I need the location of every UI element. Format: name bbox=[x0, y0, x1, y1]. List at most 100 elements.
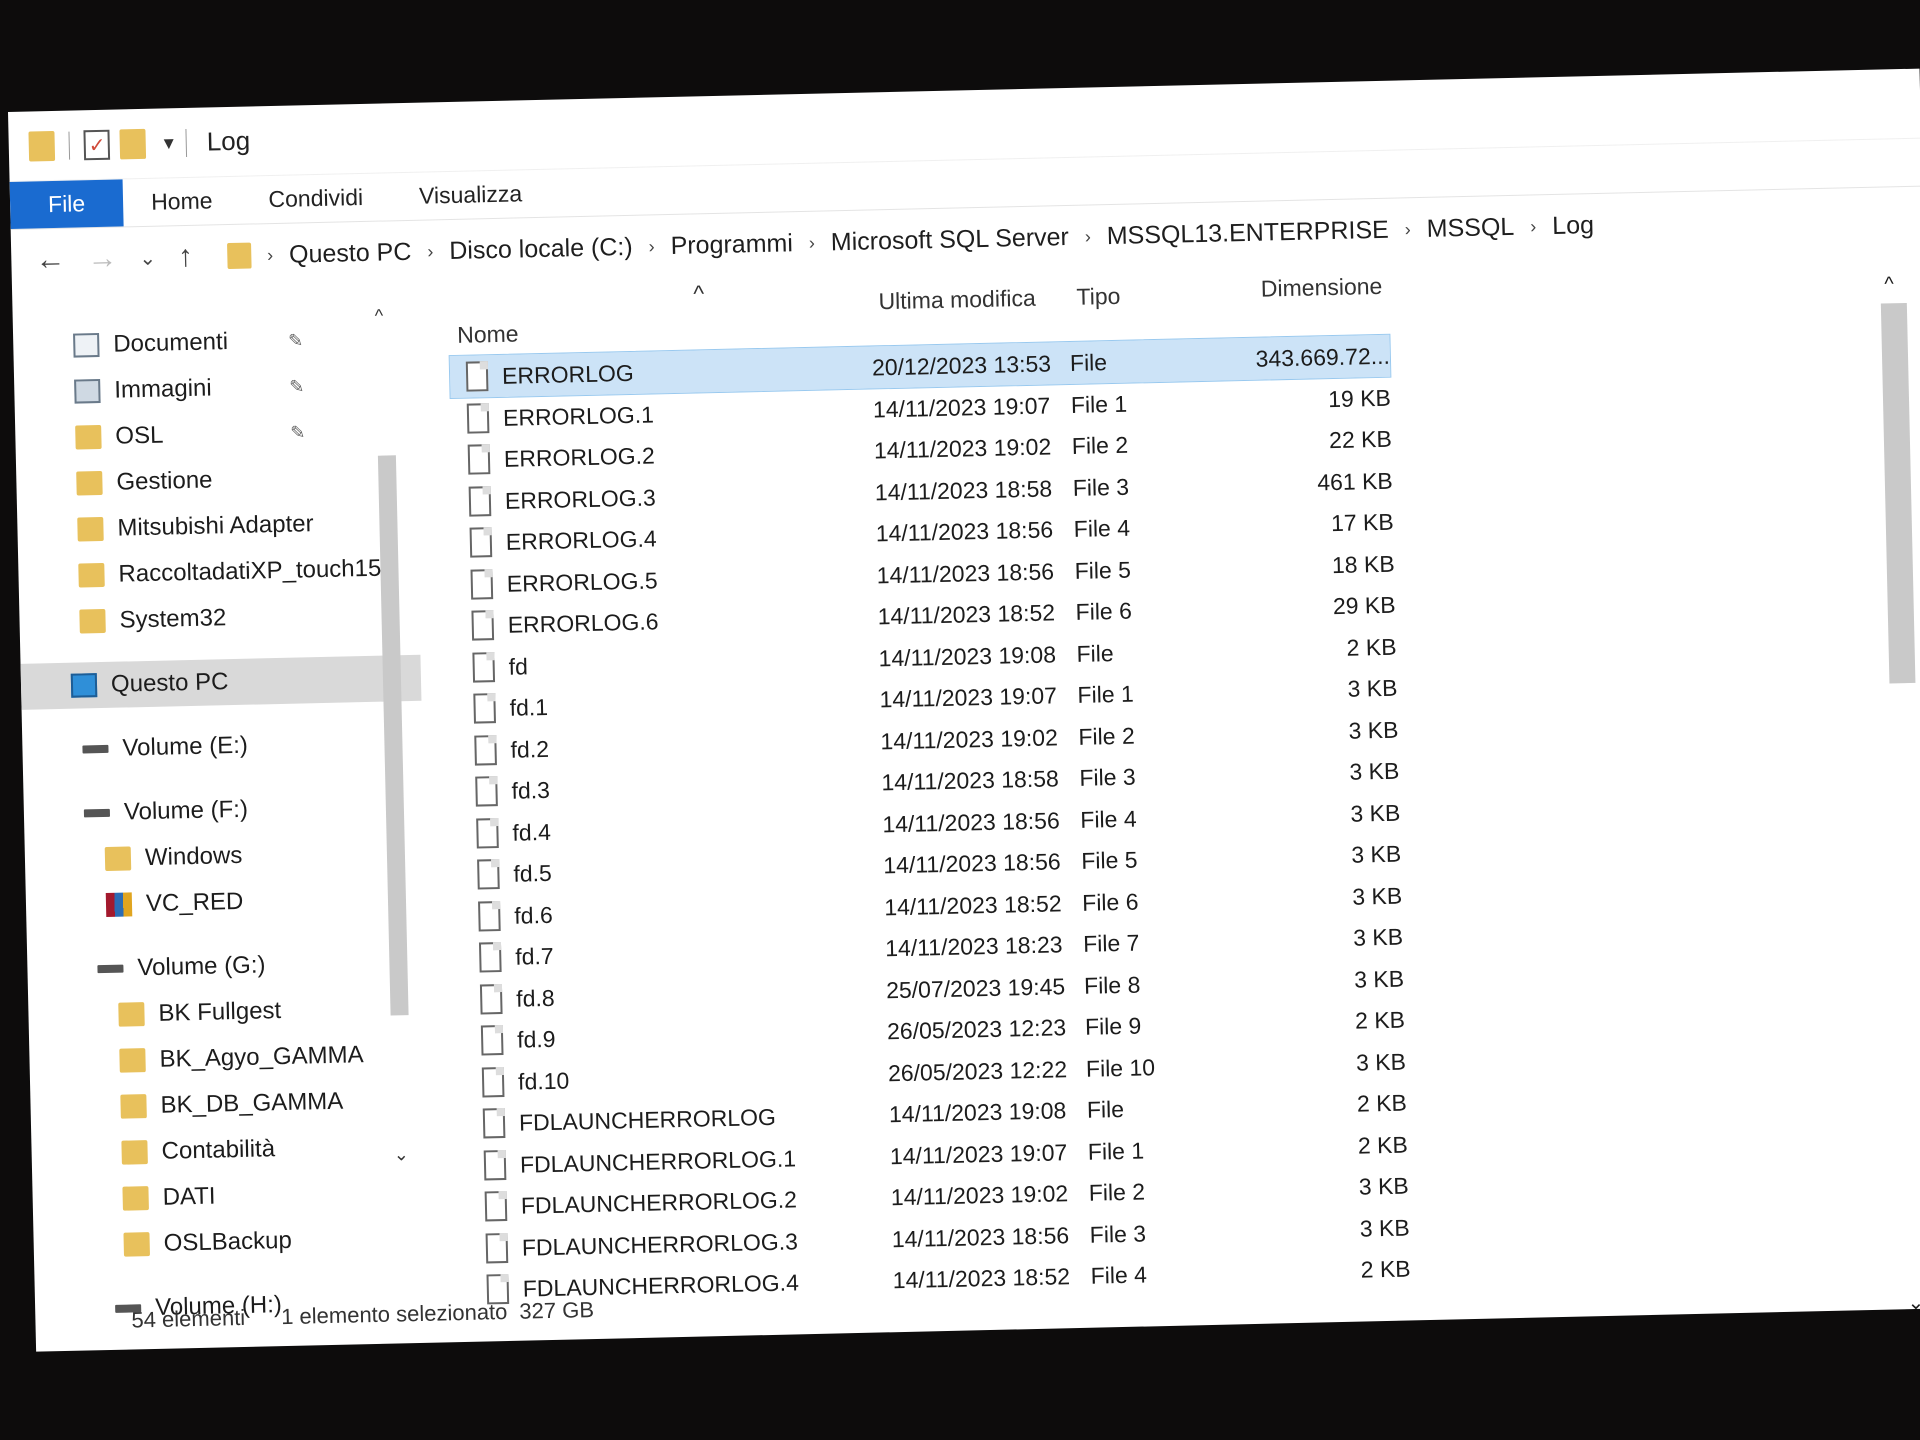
folder-icon bbox=[118, 1002, 145, 1027]
file-size: 3 KB bbox=[1348, 716, 1399, 744]
file-date: 14/11/2023 19:02 bbox=[890, 1180, 1069, 1211]
sidebar-item[interactable]: OSLBackup bbox=[33, 1215, 434, 1270]
breadcrumb-questo-pc[interactable]: Questo PC bbox=[289, 237, 412, 269]
documents-icon bbox=[73, 332, 100, 358]
chevron-right-icon[interactable]: › bbox=[1085, 226, 1091, 247]
sidebar-item[interactable]: Questo PC bbox=[20, 654, 422, 710]
file-date: 14/11/2023 18:56 bbox=[883, 848, 1061, 879]
breadcrumb-mssql[interactable]: MSSQL bbox=[1426, 212, 1514, 243]
file-type: File 4 bbox=[1080, 805, 1137, 833]
forward-arrow-icon[interactable]: → bbox=[87, 242, 118, 277]
file-icon bbox=[469, 527, 493, 558]
pin-icon[interactable]: ✎ bbox=[289, 376, 305, 397]
file-type: File 5 bbox=[1074, 556, 1132, 584]
file-size: 3 KB bbox=[1347, 674, 1398, 702]
file-rows: ERRORLOG 20/12/2023 13:53 File 343.669.72..… bbox=[448, 333, 1411, 1311]
chevron-right-icon[interactable]: › bbox=[267, 245, 273, 266]
file-date: 14/11/2023 18:56 bbox=[876, 557, 1055, 588]
pictures-icon bbox=[74, 378, 101, 404]
chevron-right-icon[interactable]: › bbox=[809, 232, 815, 253]
file-icon bbox=[474, 734, 497, 766]
file-name: fd.5 bbox=[513, 859, 553, 887]
file-name: ERRORLOG.1 bbox=[502, 400, 655, 431]
file-name: ERRORLOG bbox=[501, 359, 635, 389]
column-header-name[interactable]: Nome bbox=[457, 320, 519, 348]
file-type: File 4 bbox=[1073, 514, 1131, 542]
sidebar-item-label: BK Fullgest bbox=[158, 997, 282, 1027]
content-area: Documenti ✎ Immagini ✎ OSL ✎ Gestione Mitsubish… bbox=[12, 251, 1920, 1321]
sidebar-item[interactable]: System32 bbox=[19, 591, 420, 646]
file-type: File 5 bbox=[1080, 846, 1138, 874]
pin-icon[interactable]: ✎ bbox=[290, 422, 306, 443]
file-size: 343.669.72... bbox=[1255, 342, 1391, 372]
archive-icon bbox=[105, 892, 133, 917]
back-arrow-icon[interactable]: ← bbox=[35, 243, 66, 278]
column-header-size[interactable]: Dimensione bbox=[1261, 273, 1383, 303]
column-header-date[interactable]: Ultima modifica bbox=[878, 285, 1036, 316]
file-date: 26/05/2023 12:23 bbox=[886, 1014, 1067, 1045]
file-type: File 6 bbox=[1075, 597, 1133, 625]
breadcrumb-programmi[interactable]: Programmi bbox=[670, 229, 793, 261]
customize-quick-access-icon[interactable]: ▾ bbox=[163, 130, 175, 155]
file-size: 19 KB bbox=[1327, 384, 1392, 412]
breadcrumb-microsoft-sql-server[interactable]: Microsoft SQL Server bbox=[831, 222, 1070, 256]
file-date: 14/11/2023 18:52 bbox=[877, 599, 1056, 630]
sidebar-item[interactable]: VC_RED bbox=[26, 875, 427, 930]
scroll-up-icon[interactable]: ^ bbox=[1884, 273, 1894, 296]
folder-icon bbox=[119, 1048, 146, 1073]
file-list-scroll-thumb[interactable] bbox=[1880, 302, 1916, 684]
new-folder-icon[interactable] bbox=[119, 128, 147, 159]
sidebar-item-label: VC_RED bbox=[145, 887, 244, 918]
selection-size: 327 GB bbox=[519, 1297, 595, 1324]
file-size: 2 KB bbox=[1356, 1089, 1408, 1117]
sidebar-item[interactable]: Volume (E:) bbox=[22, 719, 423, 774]
file-name: fd.7 bbox=[514, 942, 554, 970]
file-date: 14/11/2023 18:58 bbox=[881, 765, 1060, 796]
tab-share[interactable]: Condividi bbox=[240, 183, 391, 223]
tab-home[interactable]: Home bbox=[123, 187, 241, 227]
file-type: File 1 bbox=[1070, 390, 1128, 418]
chevron-right-icon[interactable]: › bbox=[648, 236, 654, 257]
file-type: File 2 bbox=[1071, 431, 1129, 459]
drive-icon bbox=[83, 808, 111, 818]
file-type: File 2 bbox=[1088, 1178, 1146, 1206]
file-name: ERRORLOG.5 bbox=[506, 566, 658, 597]
column-header-type[interactable]: Tipo bbox=[1076, 283, 1120, 311]
file-list: Nome ^ Ultima modifica Tipo Dimensione E… bbox=[412, 251, 1920, 1314]
chevron-right-icon[interactable]: › bbox=[1530, 216, 1536, 237]
breadcrumb-log[interactable]: Log bbox=[1552, 211, 1594, 241]
chevron-right-icon[interactable]: › bbox=[427, 241, 433, 262]
file-icon bbox=[478, 900, 501, 932]
file-name: fd.3 bbox=[511, 776, 551, 804]
explorer-window: ▾ Log File Home Condividi Visualizza ← →… bbox=[8, 68, 1920, 1352]
file-icon bbox=[471, 610, 495, 641]
chevron-right-icon[interactable]: › bbox=[1405, 219, 1411, 240]
file-size: 3 KB bbox=[1359, 1213, 1410, 1242]
file-size: 29 KB bbox=[1332, 591, 1396, 620]
file-type: File 2 bbox=[1078, 722, 1135, 750]
scroll-down-icon[interactable]: ⌄ bbox=[394, 1144, 410, 1165]
breadcrumb-disco-locale[interactable]: Disco locale (C:) bbox=[449, 232, 633, 265]
navigation-pane: Documenti ✎ Immagini ✎ OSL ✎ Gestione Mitsubish… bbox=[12, 285, 435, 1321]
file-size: 3 KB bbox=[1352, 923, 1404, 951]
file-type: File 3 bbox=[1089, 1219, 1147, 1248]
tab-view[interactable]: Visualizza bbox=[391, 180, 551, 221]
separator bbox=[68, 131, 71, 160]
up-arrow-icon[interactable]: ↑ bbox=[178, 240, 194, 274]
file-size: 461 KB bbox=[1316, 467, 1394, 495]
scroll-up-icon[interactable]: ^ bbox=[374, 306, 383, 327]
file-icon bbox=[465, 361, 489, 392]
folder-icon bbox=[75, 424, 102, 450]
file-icon bbox=[481, 1066, 505, 1097]
file-name: FDLAUNCHERRORLOG.2 bbox=[520, 1186, 798, 1219]
pin-icon[interactable]: ✎ bbox=[288, 330, 304, 351]
breadcrumb-mssql13-enterprise[interactable]: MSSQL13.ENTERPRISE bbox=[1106, 215, 1389, 250]
tab-file[interactable]: File bbox=[9, 179, 124, 229]
file-icon bbox=[466, 402, 490, 434]
file-icon bbox=[480, 1025, 504, 1056]
file-list-scrollbar[interactable]: ^ ⌄ bbox=[1880, 273, 1920, 1314]
recent-locations-chevron-icon[interactable]: ⌄ bbox=[139, 245, 156, 270]
folder-icon bbox=[123, 1232, 150, 1257]
properties-icon[interactable] bbox=[83, 129, 111, 160]
file-size: 3 KB bbox=[1351, 840, 1402, 868]
